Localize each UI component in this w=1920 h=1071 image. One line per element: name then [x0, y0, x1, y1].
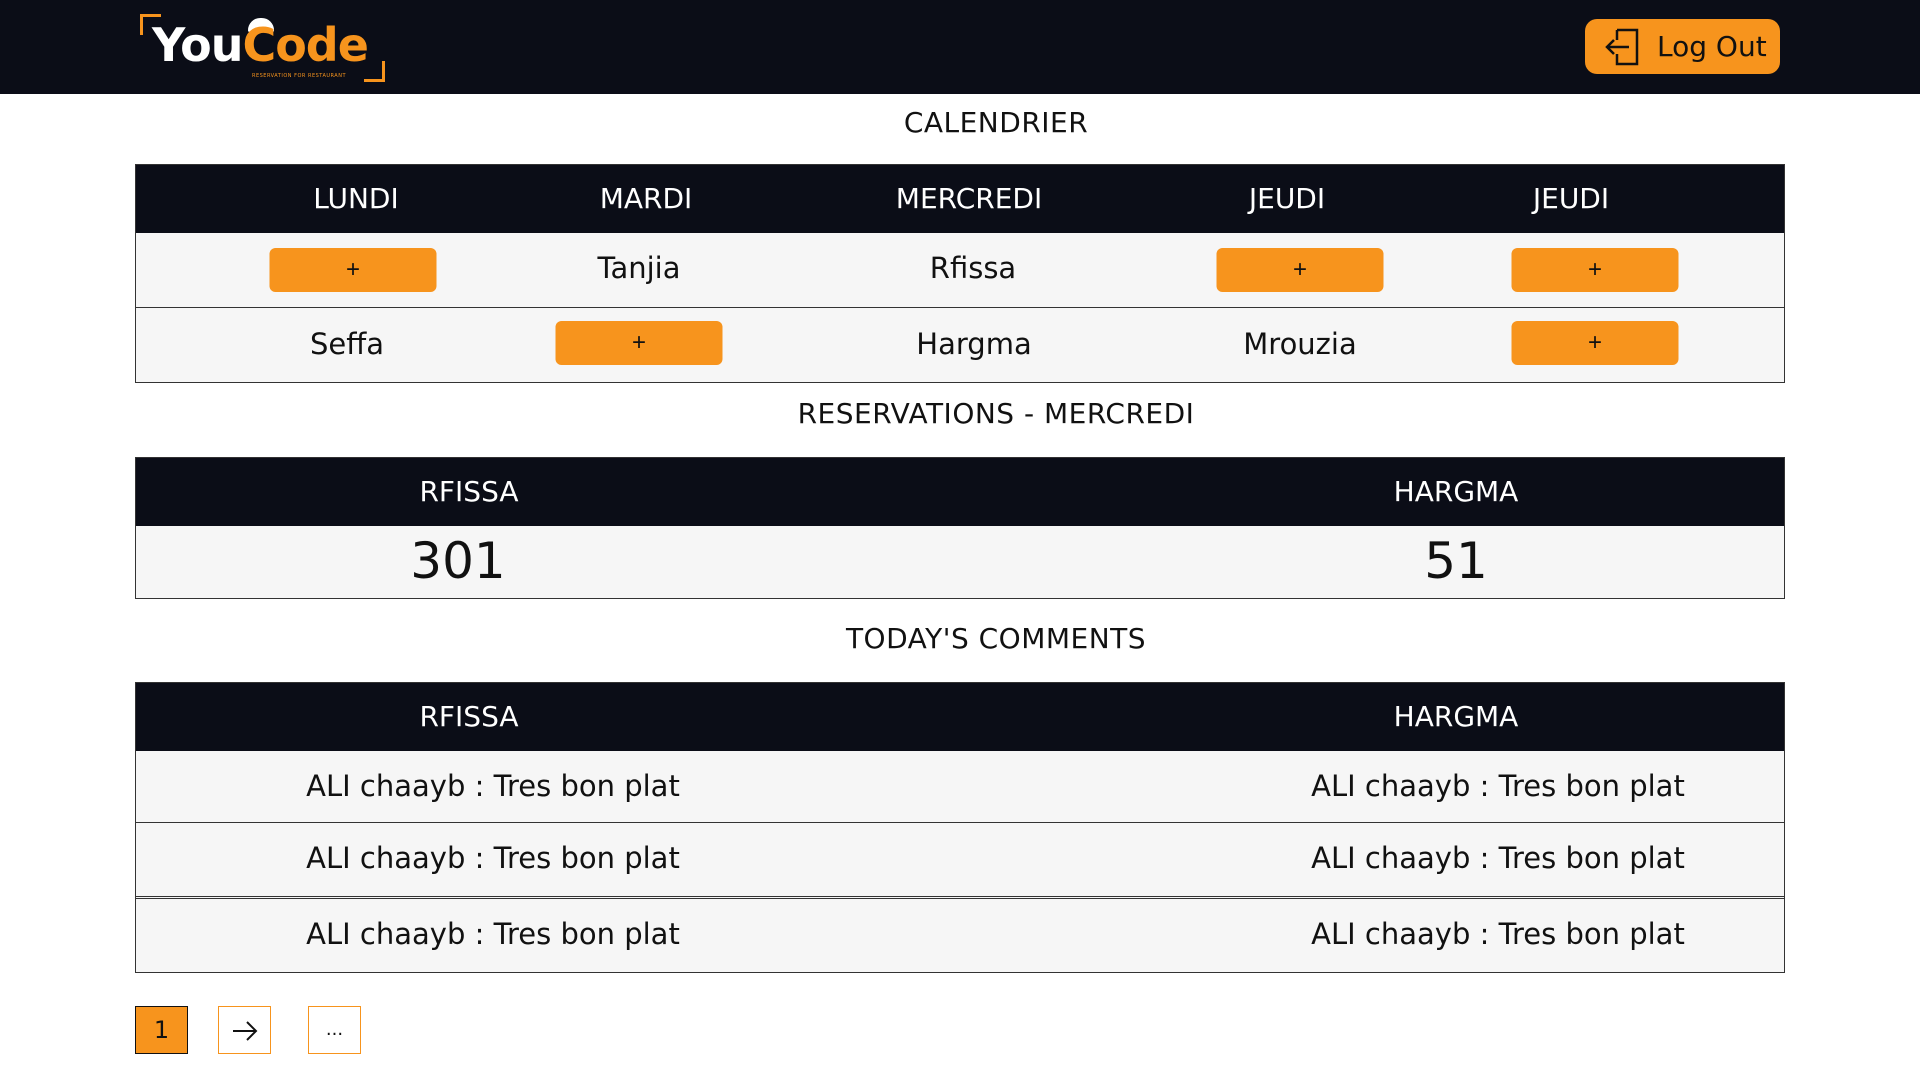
dish-column-header: HARGMA [1393, 700, 1519, 733]
reservations-row: 301 51 [136, 526, 1784, 598]
logo-bracket-bottom-right [364, 61, 385, 82]
reservation-count: 301 [410, 532, 506, 590]
dish-column-header: RFISSA [419, 700, 519, 733]
day-header: MARDI [599, 182, 693, 215]
dish-column-header: RFISSA [419, 475, 519, 508]
add-dish-button[interactable]: + [555, 321, 723, 365]
add-dish-button[interactable]: + [1511, 321, 1679, 365]
comment-cell: ALI chaayb : Tres bon plat [306, 917, 680, 951]
more-pages-button[interactable]: ... [308, 1006, 361, 1054]
comment-cell: ALI chaayb : Tres bon plat [1311, 841, 1685, 875]
next-page-button[interactable] [218, 1006, 271, 1054]
day-header: JEUDI [1248, 182, 1326, 215]
logo-code: Code [242, 18, 368, 72]
comment-row: ALI chaayb : Tres bon plat ALI chaayb : … [136, 899, 1784, 972]
add-dish-button[interactable]: + [1216, 248, 1384, 292]
comment-cell: ALI chaayb : Tres bon plat [1311, 769, 1685, 803]
comments-table: RFISSA HARGMA ALI chaayb : Tres bon plat… [135, 682, 1785, 973]
comment-cell: ALI chaayb : Tres bon plat [306, 841, 680, 875]
top-navbar: YouCode RESERVATION FOR RESTAURANT Log O… [0, 0, 1920, 94]
calendar-table: LUNDI MARDI MERCREDI JEUDI JEUDI + Tanji… [135, 164, 1785, 383]
reservations-title: RESERVATIONS - MERCREDI [797, 397, 1195, 430]
day-header: JEUDI [1532, 182, 1610, 215]
comments-header: RFISSA HARGMA [136, 683, 1784, 751]
logout-icon [1605, 28, 1639, 65]
logo-tagline: RESERVATION FOR RESTAURANT [252, 73, 347, 79]
page-1-button[interactable]: 1 [135, 1006, 188, 1054]
dish-cell: Rfissa [929, 251, 1017, 285]
calendar-row: Seffa + Hargma Mrouzia + [136, 308, 1784, 382]
logo-wordmark: YouCode [152, 18, 369, 72]
comments-title: TODAY'S COMMENTS [845, 622, 1147, 655]
calendar-header: LUNDI MARDI MERCREDI JEUDI JEUDI [136, 165, 1784, 233]
comment-cell: ALI chaayb : Tres bon plat [306, 769, 680, 803]
calendar-row: + Tanjia Rfissa + + [136, 233, 1784, 308]
dish-cell: Hargma [916, 327, 1032, 361]
arrow-right-icon [232, 1021, 257, 1041]
youcode-logo[interactable]: YouCode RESERVATION FOR RESTAURANT [140, 14, 385, 82]
comment-cell: ALI chaayb : Tres bon plat [1311, 917, 1685, 951]
day-header: LUNDI [313, 182, 399, 215]
dish-cell: Seffa [309, 327, 385, 361]
add-dish-button[interactable]: + [269, 248, 437, 292]
dish-cell: Mrouzia [1243, 327, 1357, 361]
dish-cell: Tanjia [597, 251, 681, 285]
calendar-title: CALENDRIER [903, 106, 1089, 139]
reservations-table: RFISSA HARGMA 301 51 [135, 457, 1785, 599]
logo-you: You [152, 18, 243, 72]
logout-button[interactable]: Log Out [1585, 19, 1780, 74]
day-header: MERCREDI [895, 182, 1043, 215]
comment-row: ALI chaayb : Tres bon plat ALI chaayb : … [136, 751, 1784, 823]
comment-row: ALI chaayb : Tres bon plat ALI chaayb : … [136, 823, 1784, 899]
reservations-header: RFISSA HARGMA [136, 458, 1784, 526]
reservation-count: 51 [1424, 532, 1488, 590]
add-dish-button[interactable]: + [1511, 248, 1679, 292]
dish-column-header: HARGMA [1393, 475, 1519, 508]
logout-label: Log Out [1657, 30, 1767, 63]
